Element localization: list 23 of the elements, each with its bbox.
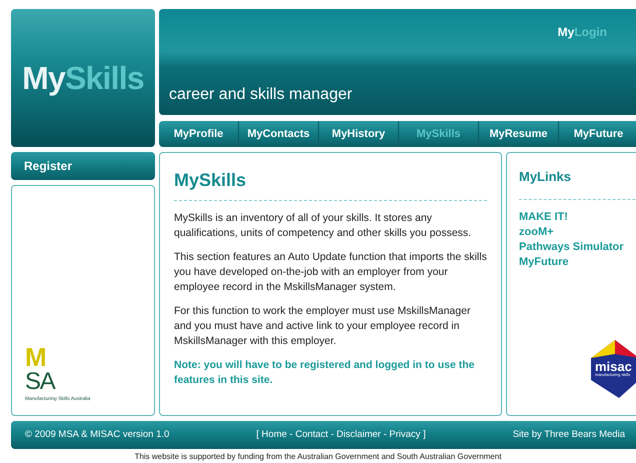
nav-tab[interactable]: MyFuture — [559, 121, 636, 147]
sidebar-link[interactable]: Pathways Simulator — [519, 240, 624, 254]
body-paragraph: MySkills is an inventory of all of your skills. It stores any qualifications, units of competency and other skills you possess. — [174, 211, 472, 241]
login-link[interactable]: MyLogin — [558, 23, 629, 41]
site-logo: MySkills — [22, 59, 144, 98]
funding-text: This website is supported by funding from the Australian Government and South Australian Government — [134, 452, 502, 462]
register-button[interactable]: Register — [11, 152, 155, 180]
sidebar-link[interactable]: zooM+ — [519, 224, 554, 240]
body-paragraph: This section features an Auto Update function that imports the skills you have developed on-the-job with an employer from your employee record in the MskillsManager system. — [174, 250, 487, 295]
nav-tab[interactable]: MyResume — [479, 121, 559, 147]
note-text: Note: you will have to be registered and logged in to use the features in this site. — [174, 358, 476, 388]
nav-tab[interactable]: MyHistory — [319, 121, 399, 147]
links-title: MyLinks — [519, 168, 572, 186]
body-paragraph: For this function to work the employer must use MskillsManager and you must have and active link to your employee record in MskillsManager with this employer. — [174, 304, 472, 349]
copyright-text: © 2009 MSA & MISAC version 1.0 — [25, 428, 170, 442]
footer-links[interactable]: [ Home - Contact - Disclaimer - Privacy ] — [256, 428, 426, 442]
sidebar-link[interactable]: MAKE IT! — [519, 210, 568, 224]
nav-tab[interactable]: MyContacts — [239, 121, 319, 147]
page-title: MySkills — [174, 169, 248, 192]
credit-text: Site by Three Bears Media — [512, 428, 625, 442]
nav-tab[interactable]: MyProfile — [159, 121, 239, 147]
sidebar-link[interactable]: MyFuture — [519, 254, 568, 270]
tagline: career and skills manager — [169, 85, 354, 105]
